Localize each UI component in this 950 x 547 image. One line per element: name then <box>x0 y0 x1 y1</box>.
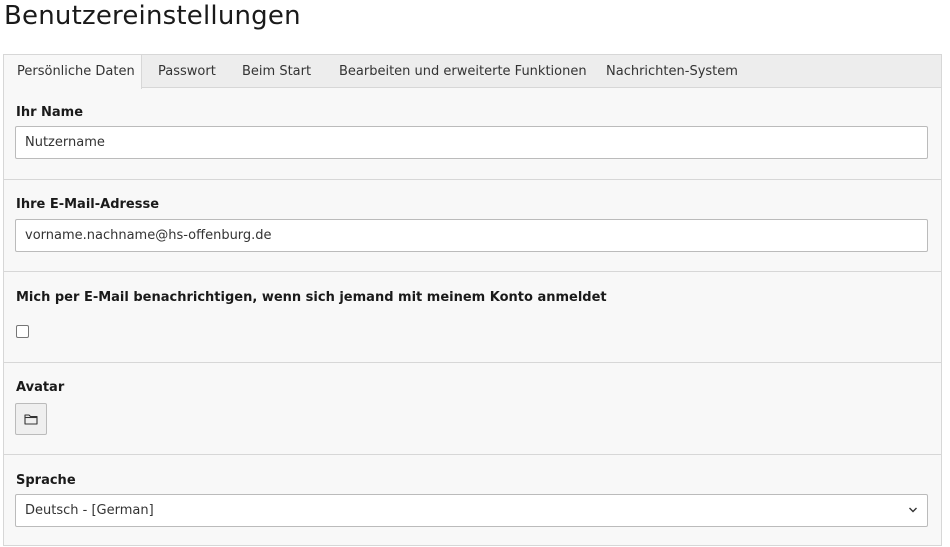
notify-label: Mich per E-Mail benachrichtigen, wenn si… <box>16 290 607 305</box>
email-label: Ihre E-Mail-Adresse <box>16 197 160 212</box>
settings-panel: Persönliche Daten Passwort Beim Start Be… <box>3 54 942 546</box>
email-input[interactable]: vorname.nachname@hs-offenburg.de <box>15 219 928 252</box>
section-email: Ihre E-Mail-Adresse vorname.nachname@hs-… <box>4 180 941 272</box>
name-input[interactable]: Nutzername <box>15 126 928 159</box>
language-label: Sprache <box>16 473 76 488</box>
page-title: Benutzereinstellungen <box>4 1 301 31</box>
language-selected-value: Deutsch - [German] <box>25 503 154 518</box>
tab-nachrichten-system[interactable]: Nachrichten-System <box>606 55 738 88</box>
section-avatar: Avatar <box>4 363 941 455</box>
language-select[interactable]: Deutsch - [German] <box>15 494 928 527</box>
folder-icon <box>24 414 38 425</box>
tab-passwort[interactable]: Passwort <box>158 55 216 88</box>
tab-bearbeiten[interactable]: Bearbeiten und erweiterte Funktionen <box>339 55 587 88</box>
name-label: Ihr Name <box>16 105 84 120</box>
section-language: Sprache Deutsch - [German] <box>4 455 941 547</box>
tab-persoenliche-daten[interactable]: Persönliche Daten <box>4 55 142 89</box>
avatar-select-button[interactable] <box>15 403 47 435</box>
notify-checkbox[interactable] <box>16 325 29 338</box>
chevron-down-icon <box>909 507 917 513</box>
avatar-label: Avatar <box>16 380 65 395</box>
section-name: Ihr Name Nutzername <box>4 88 941 180</box>
tab-beim-start[interactable]: Beim Start <box>242 55 311 88</box>
tab-bar: Persönliche Daten Passwort Beim Start Be… <box>4 55 941 89</box>
section-notify: Mich per E-Mail benachrichtigen, wenn si… <box>4 272 941 363</box>
